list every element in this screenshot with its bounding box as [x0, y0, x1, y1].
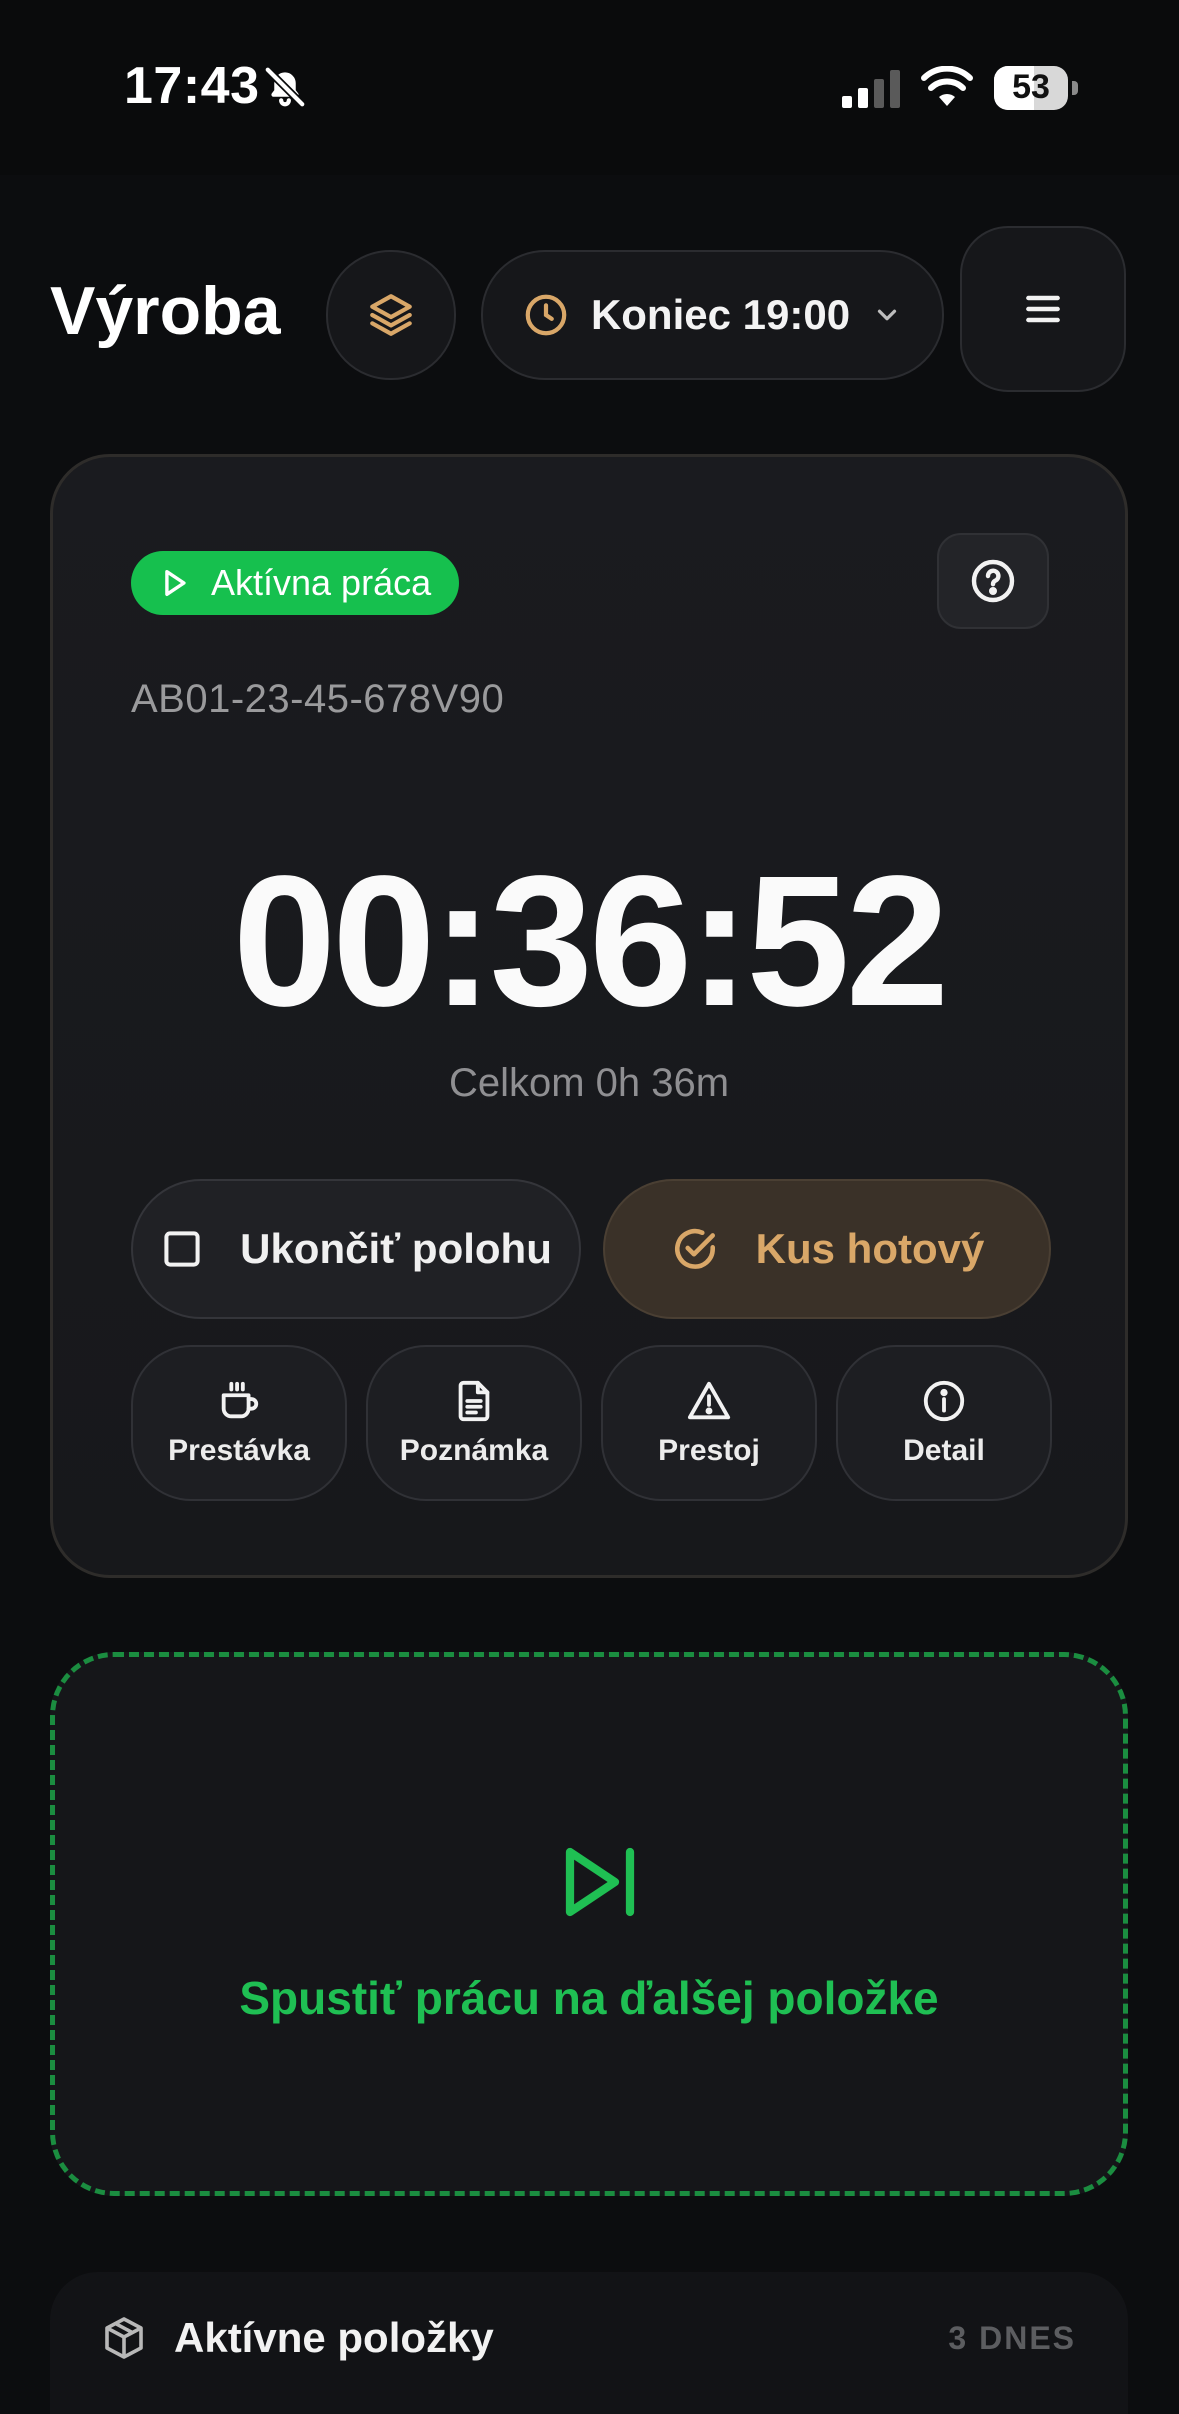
shift-end-dropdown[interactable]: Koniec 19:00 [481, 250, 944, 380]
bell-slash-icon [263, 65, 307, 109]
status-time: 17:43 [124, 57, 260, 115]
downtime-button[interactable]: Prestoj [601, 1345, 817, 1501]
menu-button[interactable] [960, 226, 1126, 392]
active-items-count: 3 DNES [948, 2320, 1076, 2356]
screen: 17:43 53 Výroba Koniec 19:00 Aktívna prá… [0, 0, 1179, 2414]
detail-label: Detail [903, 1434, 985, 1467]
layers-icon [370, 294, 412, 336]
help-circle-icon [971, 559, 1015, 603]
coffee-cup-icon [221, 1381, 259, 1419]
downtime-label: Prestoj [658, 1434, 760, 1467]
clock-icon [525, 294, 567, 336]
info-circle-icon [923, 1380, 965, 1422]
active-items-title: Aktívne položky [174, 2314, 494, 2361]
box-icon [105, 2317, 143, 2359]
active-items-section: Aktívne položky 3 DNES [50, 2272, 1128, 2414]
play-skip-icon [565, 1847, 635, 1917]
total-time: Celkom 0h 36m [448, 1061, 730, 1105]
status-badge-label: Aktívna práca [211, 562, 432, 603]
detail-button[interactable]: Detail [836, 1345, 1052, 1501]
play-icon [165, 569, 186, 597]
note-label: Poznámka [399, 1434, 549, 1467]
check-circle-icon [674, 1228, 715, 1269]
note-button[interactable]: Poznámka [366, 1345, 582, 1501]
break-button[interactable]: Prestávka [131, 1345, 347, 1501]
start-next-item-label: Spustiť prácu na ďalšej položke [239, 1972, 939, 2024]
chevron-down-icon [877, 309, 897, 321]
square-stop-icon [164, 1231, 200, 1267]
break-label: Prestávka [168, 1434, 310, 1467]
piece-done-button[interactable]: Kus hotový [603, 1179, 1051, 1319]
help-button[interactable] [937, 533, 1049, 629]
signal-icon [842, 70, 900, 108]
warning-triangle-icon [687, 1381, 731, 1420]
piece-done-label: Kus hotový [755, 1225, 985, 1272]
status-badge: Aktívna práca [131, 551, 460, 615]
hamburger-menu-icon [1026, 295, 1060, 323]
battery-level: 53 [1012, 68, 1050, 106]
shift-end-label: Koniec 19:00 [590, 291, 851, 338]
battery-icon: 53 [994, 66, 1078, 110]
wifi-icon [921, 66, 973, 106]
end-position-button[interactable]: Ukončiť polohu [131, 1179, 581, 1319]
start-next-item-button[interactable]: Spustiť prácu na ďalšej položke [50, 1652, 1128, 2196]
status-bar: 17:43 53 [0, 0, 1179, 175]
work-timer: 00:36:52 [232, 838, 950, 1045]
active-work-card: Aktívna práca AB01-23-45-678V90 00:36:52… [50, 454, 1128, 1578]
document-icon [458, 1380, 490, 1422]
end-position-label: Ukončiť polohu [240, 1225, 552, 1272]
page-title: Výroba [50, 273, 281, 349]
layers-button[interactable] [326, 250, 456, 380]
item-code: AB01-23-45-678V90 [131, 677, 505, 721]
